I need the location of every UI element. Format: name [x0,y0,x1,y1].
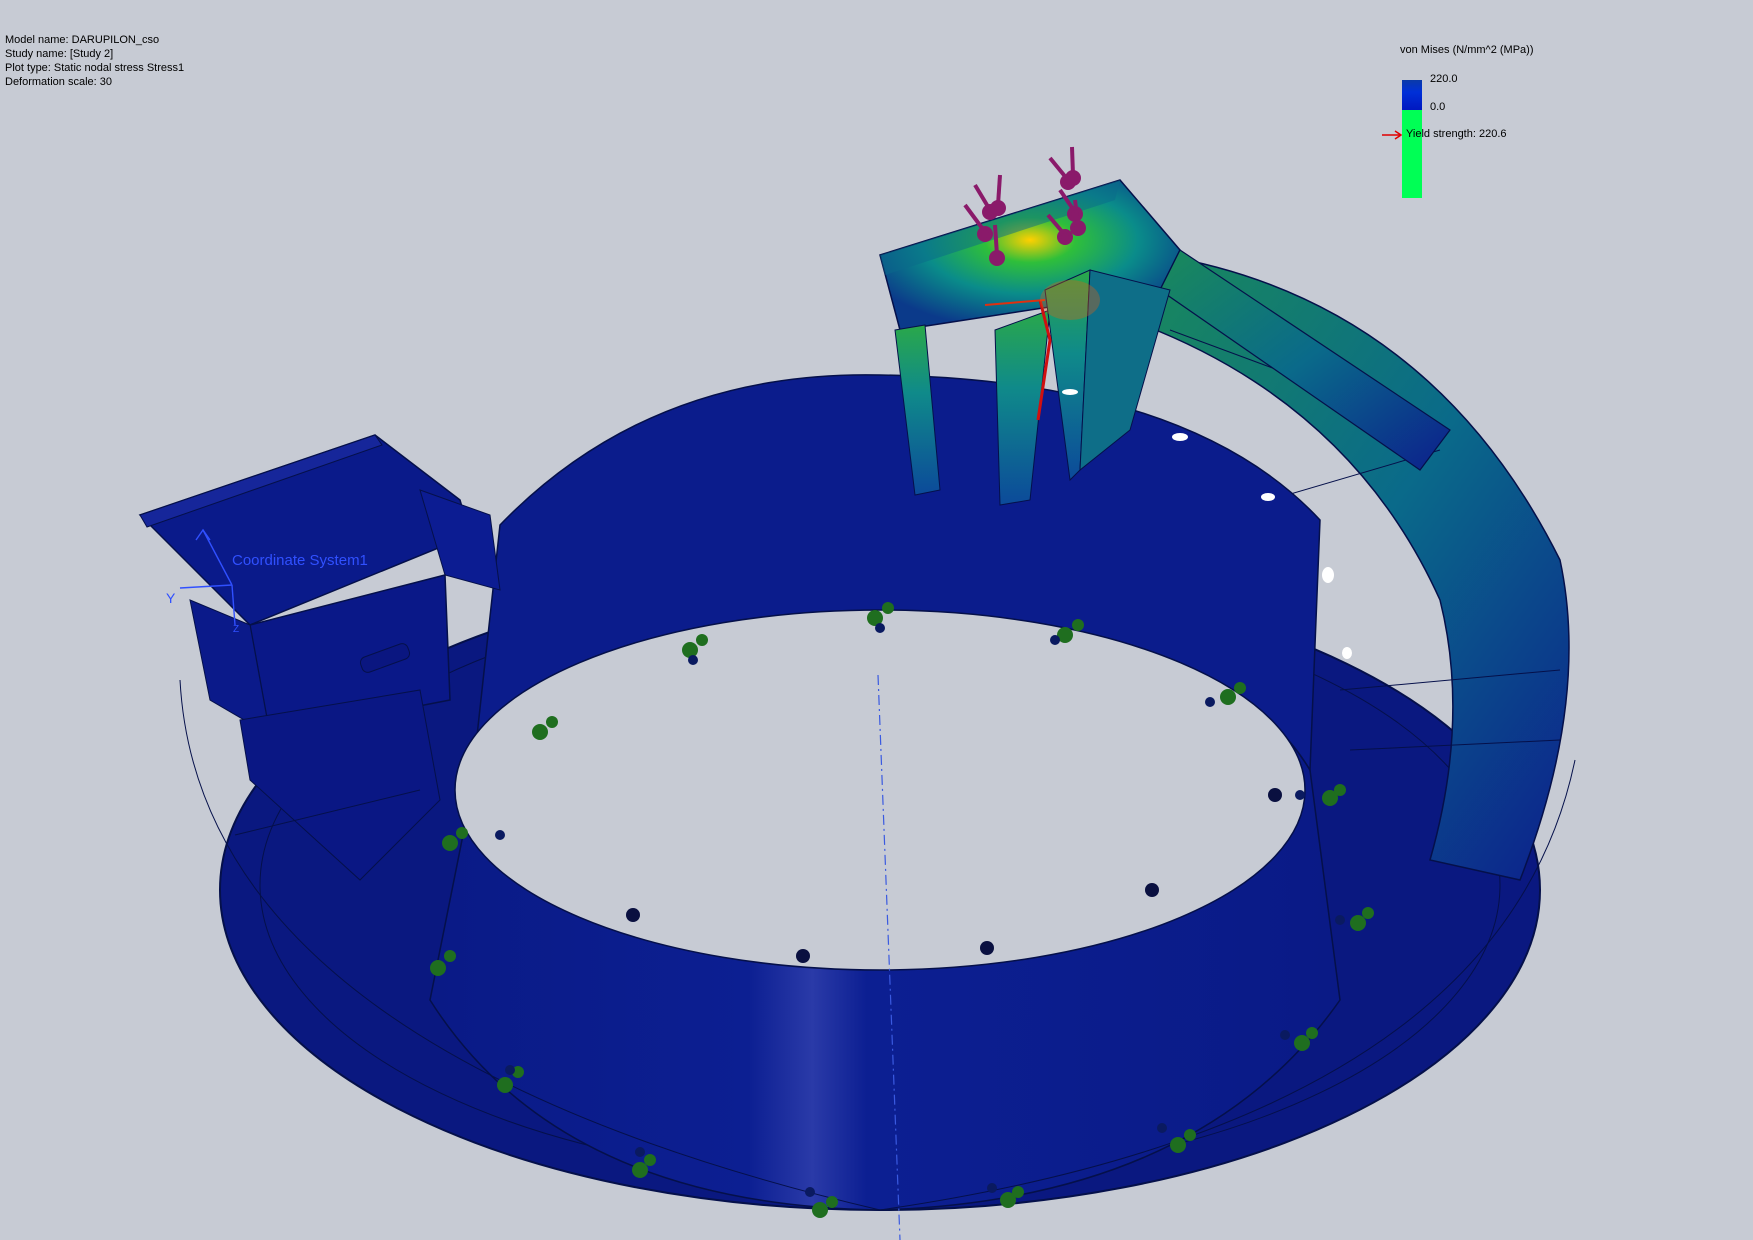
axis-z-label: Z [233,624,239,635]
yield-arrow-icon [1382,130,1403,140]
legend-max-value: 220.0 [1430,73,1458,85]
legend-title: von Mises (N/mm^2 (MPa)) [1400,44,1534,56]
study-name-text: Study name: [Study 2] [5,48,114,60]
legend-color-bar-high [1402,80,1422,110]
inner-wall [429,374,1341,1211]
deformation-scale-text: Deformation scale: 30 [5,76,112,88]
legend-color-bar-low [1402,110,1422,198]
axis-y-label: Y [166,590,176,606]
legend-min-value: 0.0 [1430,101,1446,113]
model-name-text: Model name: DARUPILON_cso [5,34,160,46]
coordinate-system-label: Coordinate System1 [232,552,368,569]
yield-strength-label: Yield strength: 220.6 [1406,128,1507,140]
plot-type-text: Plot type: Static nodal stress Stress1 [5,62,185,74]
study-info: Model name: DARUPILON_cso Study name: [S… [5,33,184,89]
stress-legend[interactable]: von Mises (N/mm^2 (MPa)) 220.0 0.0 Yield… [1370,40,1630,210]
